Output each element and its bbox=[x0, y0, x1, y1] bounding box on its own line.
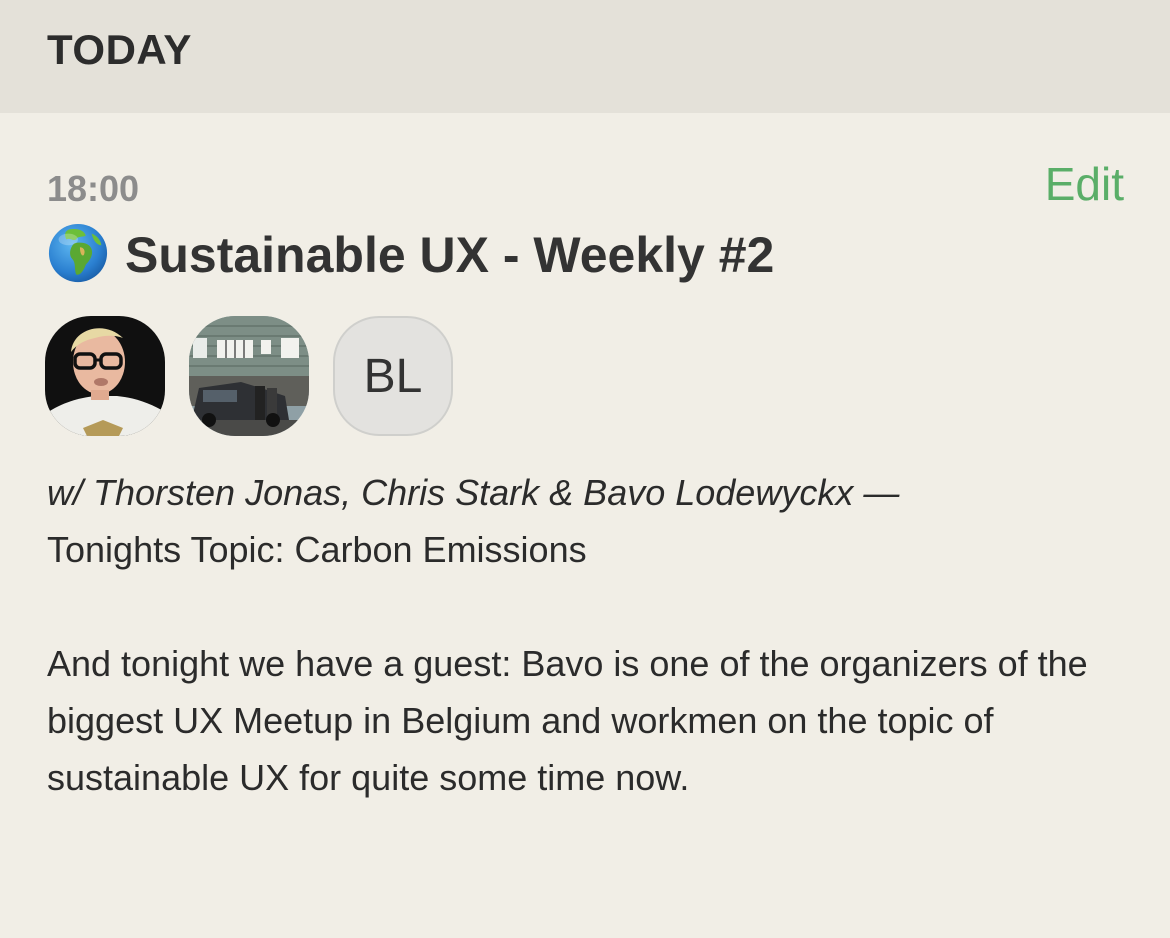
event-title: Sustainable UX - Weekly #2 bbox=[125, 227, 775, 283]
description-paragraph: And tonight we have a guest: Bavo is one… bbox=[47, 643, 1088, 798]
attendee-avatar-3[interactable]: BL bbox=[333, 316, 453, 436]
event-title-row: Sustainable UX - Weekly #2 bbox=[47, 222, 775, 289]
description-with-line: w/ Thorsten Jonas, Chris Stark & Bavo Lo… bbox=[47, 472, 900, 513]
event-card[interactable]: 18:00 Edit Sustainable UX - Weekly #2 BL… bbox=[0, 113, 1170, 938]
attendee-avatar-1[interactable] bbox=[45, 316, 165, 436]
edit-button[interactable]: Edit bbox=[1045, 157, 1124, 211]
section-title: TODAY bbox=[47, 26, 192, 73]
globe-icon bbox=[47, 222, 125, 289]
event-description: w/ Thorsten Jonas, Chris Stark & Bavo Lo… bbox=[47, 464, 1137, 806]
description-topic-line: Tonights Topic: Carbon Emissions bbox=[47, 529, 587, 570]
attendee-avatar-2[interactable] bbox=[189, 316, 309, 436]
section-header: TODAY bbox=[0, 0, 1170, 113]
event-time: 18:00 bbox=[47, 168, 140, 209]
attendee-list: BL bbox=[45, 316, 477, 436]
